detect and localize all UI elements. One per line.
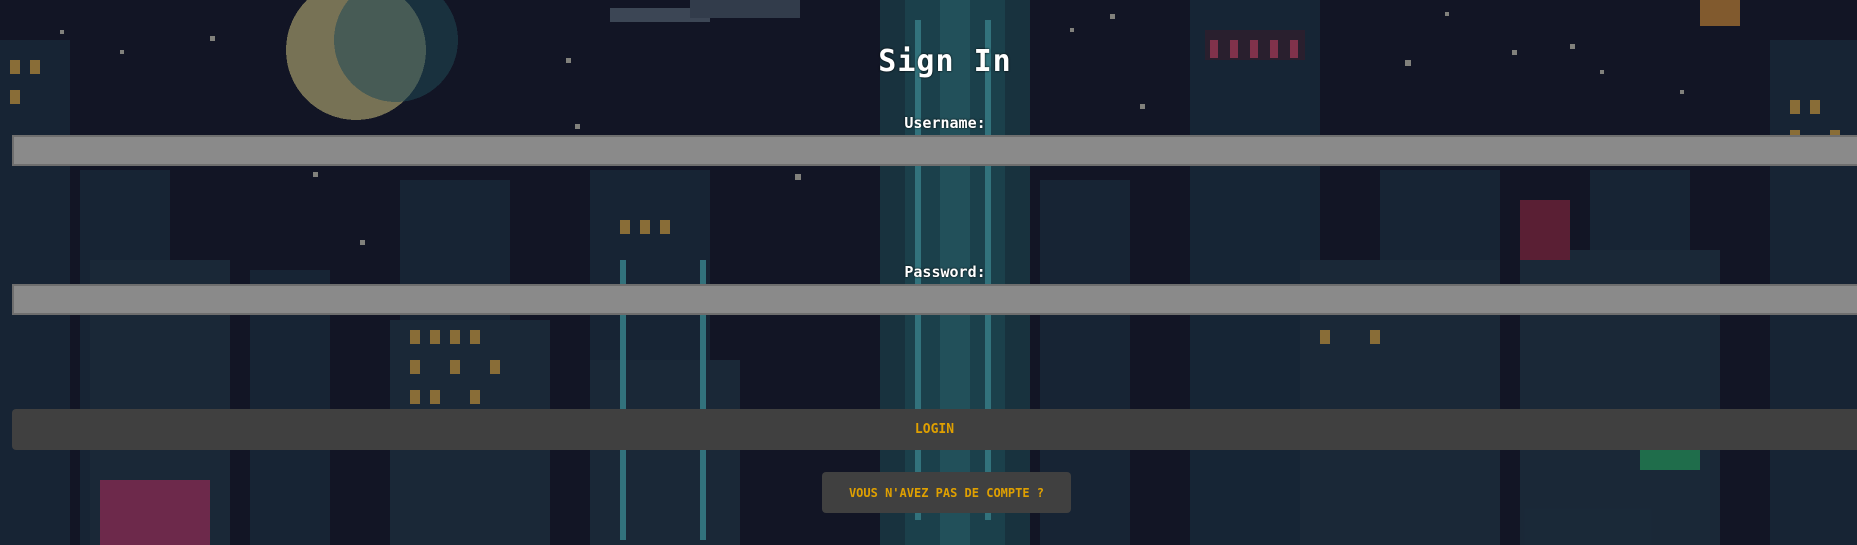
register-link-button[interactable]: VOUS N'AVEZ PAS DE COMPTE ? bbox=[822, 472, 1071, 513]
page-title: Sign In bbox=[878, 44, 1012, 79]
login-button[interactable]: LOGIN bbox=[12, 409, 1857, 450]
username-field[interactable] bbox=[12, 135, 1857, 166]
password-label: Password: bbox=[904, 263, 986, 281]
username-label: Username: bbox=[904, 114, 986, 132]
password-field[interactable] bbox=[12, 284, 1857, 315]
signin-form: Sign In Username: Password: LOGIN VOUS N… bbox=[0, 0, 1857, 545]
